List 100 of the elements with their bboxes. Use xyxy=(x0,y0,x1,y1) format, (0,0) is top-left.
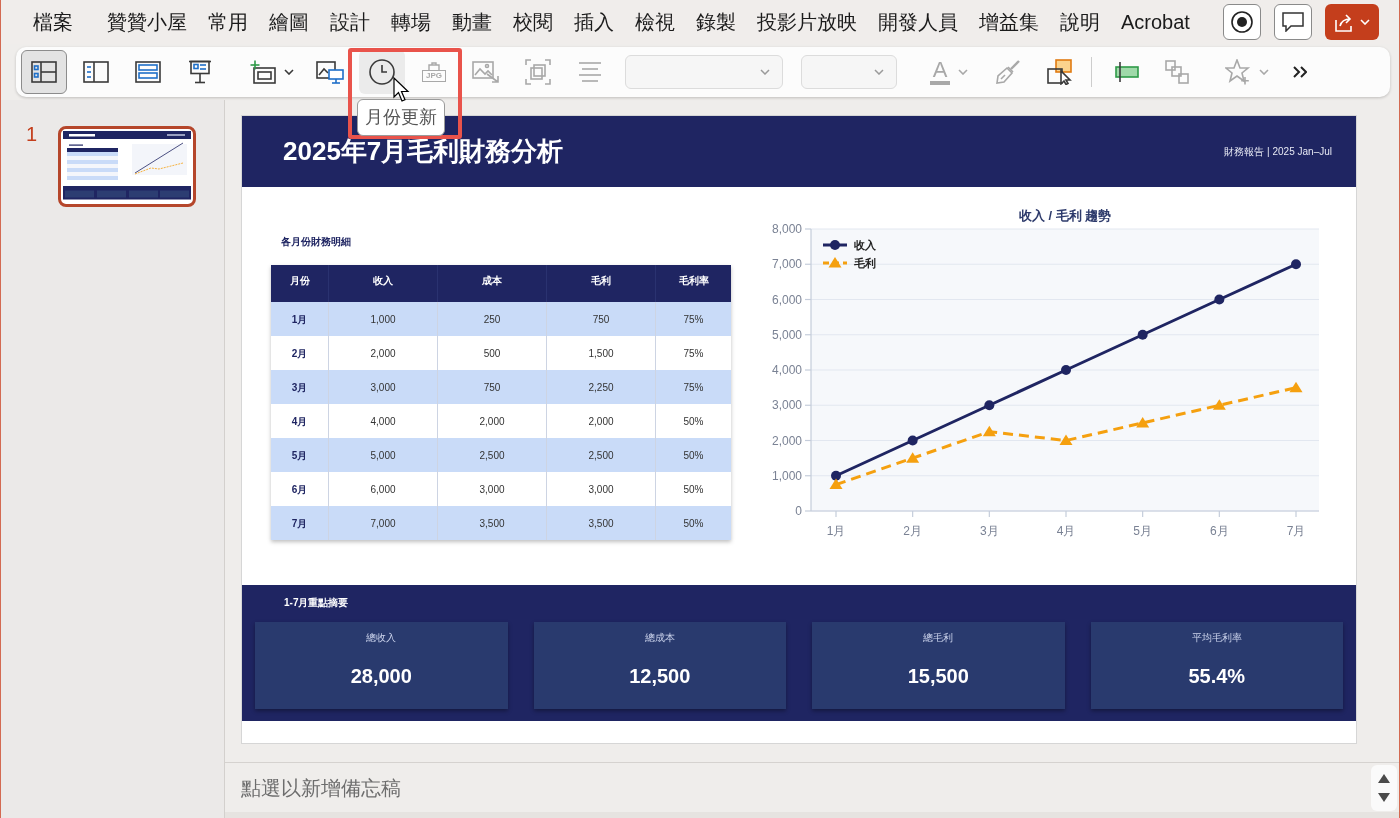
font-color-letter: A xyxy=(929,59,951,85)
table-cell: 3,000 xyxy=(329,370,438,404)
arrange-squares-icon xyxy=(1165,60,1189,84)
x-axis-label: 1月 xyxy=(826,524,846,538)
legend-label: 收入 xyxy=(854,239,876,251)
y-axis-label: 4,000 xyxy=(771,363,802,377)
table-cell: 75% xyxy=(656,302,731,336)
share-button[interactable] xyxy=(1325,4,1379,40)
menu-tab[interactable]: 說明 xyxy=(1050,5,1110,39)
x-axis-label: 7月 xyxy=(1286,524,1306,538)
circle-marker xyxy=(907,435,918,446)
menu-tab[interactable]: 轉場 xyxy=(381,5,441,39)
clock-icon xyxy=(369,59,395,85)
paintbrush-icon xyxy=(995,59,1021,85)
circle-marker xyxy=(1137,329,1148,340)
table-caption: 各月份財務明細 xyxy=(281,235,351,249)
table-cell: 2,250 xyxy=(547,370,656,404)
menu-tab[interactable]: 繪圖 xyxy=(259,5,319,39)
summary-title: 1-7月重點摘要 xyxy=(284,597,349,609)
table-cell: 2月 xyxy=(271,336,329,370)
card-label: 平均毛利率 xyxy=(1191,631,1242,645)
table-cell: 1月 xyxy=(271,302,329,336)
menu-tab[interactable]: 錄製 xyxy=(686,5,746,39)
table-cell: 750 xyxy=(438,370,547,404)
menu-tab[interactable]: 贊贊小屋 xyxy=(97,5,197,39)
record-icon xyxy=(1231,11,1253,33)
triangle-marker xyxy=(1059,434,1073,445)
column-header: 毛利率 xyxy=(656,265,731,302)
table-cell: 75% xyxy=(656,370,731,404)
comment-button[interactable] xyxy=(1274,4,1312,40)
y-axis-label: 0 xyxy=(795,504,802,518)
table-cell: 750 xyxy=(547,302,656,336)
column-header: 毛利 xyxy=(547,265,656,302)
x-axis-label: 5月 xyxy=(1133,524,1152,538)
table-cell: 6月 xyxy=(271,472,329,506)
y-axis-label: 8,000 xyxy=(771,222,802,236)
menu-tab[interactable]: 插入 xyxy=(564,5,624,39)
notes-field[interactable]: 點選以新增備忘稿 xyxy=(225,763,1371,812)
x-axis-label: 6月 xyxy=(1210,524,1229,538)
caret-icon xyxy=(284,69,294,75)
x-axis-label: 2月 xyxy=(903,524,922,538)
legend-label: 毛利 xyxy=(854,257,876,269)
new-slide-icon xyxy=(250,60,276,84)
table-cell: 5月 xyxy=(271,438,329,472)
table-cell: 50% xyxy=(656,438,731,472)
image-arrow-icon xyxy=(472,60,500,84)
table-cell: 250 xyxy=(438,302,547,336)
slide-number: 1 xyxy=(26,122,39,147)
list-layout-icon xyxy=(83,61,109,83)
menu-tab[interactable]: 設計 xyxy=(320,5,380,39)
menu-tab[interactable]: 校閱 xyxy=(503,5,563,39)
menu-tab[interactable]: Acrobat xyxy=(1111,5,1200,39)
card-value: 12,500 xyxy=(629,664,691,689)
menu-tab[interactable]: 檢視 xyxy=(625,5,685,39)
table-cell: 50% xyxy=(656,506,731,540)
menu-tab[interactable]: 檔案 xyxy=(23,5,83,39)
triangle-marker xyxy=(1289,381,1303,393)
chart-title: 收入 / 毛利 趨勢 xyxy=(1018,208,1112,223)
menu-tab[interactable]: 常用 xyxy=(198,5,258,39)
circle-marker xyxy=(1061,365,1071,375)
triangle-marker xyxy=(1136,416,1150,428)
shape-cursor-icon xyxy=(1047,59,1073,85)
jpg-label: JPG xyxy=(422,70,446,82)
menu-tab[interactable]: 開發人員 xyxy=(868,5,968,39)
align-lines-icon xyxy=(578,62,602,82)
table-cell: 2,500 xyxy=(438,438,547,472)
x-axis-label: 4月 xyxy=(1056,524,1076,538)
triangle-marker xyxy=(1212,399,1226,410)
menu-tab[interactable]: 動畫 xyxy=(442,5,502,39)
triangle-line-icon xyxy=(823,257,847,268)
menu-tab[interactable]: 增益集 xyxy=(969,5,1049,39)
scroll-down-icon[interactable] xyxy=(1378,792,1390,802)
comment-icon xyxy=(1282,12,1304,32)
table-cell: 3,500 xyxy=(547,506,656,540)
scroll-up-icon[interactable] xyxy=(1378,773,1390,783)
double-chevron-icon xyxy=(1293,66,1307,78)
y-axis-label: 5,000 xyxy=(771,327,802,342)
record-button[interactable] xyxy=(1223,4,1261,40)
toolbar-button[interactable] xyxy=(21,50,67,94)
y-axis-label: 1,000 xyxy=(771,468,802,483)
triangle-marker xyxy=(829,478,843,490)
slide-subtitle: 財務報告 | 2025 Jan–Jul xyxy=(1224,145,1332,159)
panel-layout-icon xyxy=(135,61,161,83)
card-value: 15,500 xyxy=(907,664,969,689)
table-cell: 7月 xyxy=(271,506,329,540)
card-label: 總成本 xyxy=(644,631,675,645)
y-axis-label: 7,000 xyxy=(771,257,802,272)
circle-marker xyxy=(1291,259,1301,270)
triangle-marker xyxy=(906,452,920,463)
chevron-down-icon xyxy=(874,69,884,75)
column-header: 月份 xyxy=(271,265,329,302)
caret-icon xyxy=(1359,19,1370,25)
y-axis-label: 3,000 xyxy=(771,398,802,413)
share-icon xyxy=(1334,12,1355,32)
menu-tab[interactable]: 投影片放映 xyxy=(747,5,867,39)
slide-title: 2025年7月毛利財務分析 xyxy=(283,135,564,168)
y-axis-label: 2,000 xyxy=(771,433,802,448)
table-cell: 1,000 xyxy=(329,302,438,336)
table-cell: 7,000 xyxy=(329,506,438,540)
circle-line-icon xyxy=(823,240,847,250)
